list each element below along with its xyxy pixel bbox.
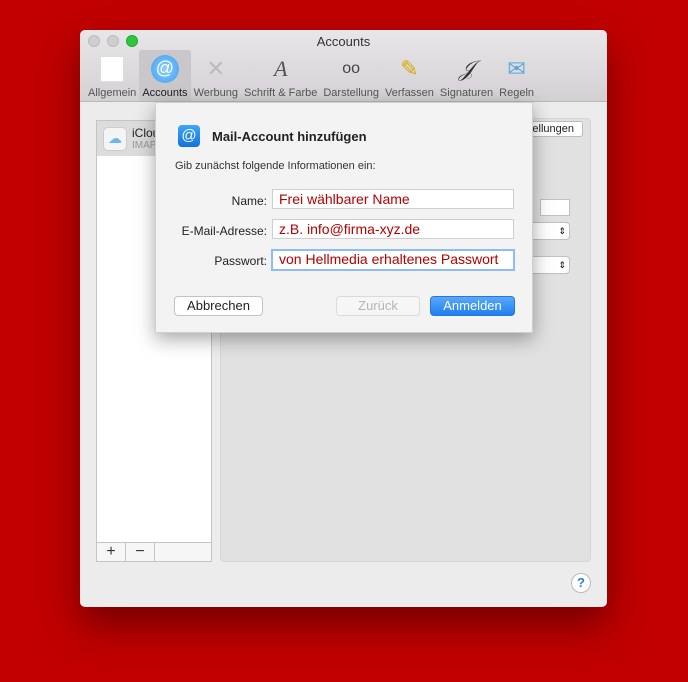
tab-regeln[interactable]: ✉ Regeln xyxy=(496,50,537,101)
name-label: Name: xyxy=(231,194,267,208)
rules-icon: ✉ xyxy=(507,56,526,81)
tab-label: Schrift & Farbe xyxy=(244,87,318,99)
dialog-subtitle: Gib zunächst folgende Informationen ein: xyxy=(175,160,376,172)
email-label: E-Mail-Adresse: xyxy=(181,224,267,238)
tab-label: Verfassen xyxy=(385,87,434,99)
title-bar: Accounts Allgemein @ Accounts ✕ Werbung AS… xyxy=(80,30,607,102)
tab-label: Regeln xyxy=(499,87,534,99)
add-mail-account-dialog: @ Mail-Account hinzufügen Gib zunächst f… xyxy=(155,102,533,333)
detail-input[interactable] xyxy=(540,199,570,216)
pencil-icon: ✎ xyxy=(400,56,419,81)
back-button[interactable]: Zurück xyxy=(336,296,420,316)
detail-popup[interactable]: ⇕ xyxy=(530,256,570,274)
font-color-icon: A xyxy=(273,56,288,81)
switch-icon xyxy=(96,53,128,85)
tab-label: Signaturen xyxy=(439,87,494,99)
detail-popup[interactable]: ⇕ xyxy=(530,222,570,240)
tab-accounts[interactable]: @ Accounts xyxy=(139,50,191,101)
email-field[interactable]: z.B. info@firma-xyz.de xyxy=(272,219,514,239)
glasses-icon: oo xyxy=(342,60,361,77)
toolbar: Allgemein @ Accounts ✕ Werbung A Schrift & … xyxy=(85,50,537,101)
dialog-title: Mail-Account hinzufügen xyxy=(212,129,367,144)
tab-signaturen[interactable]: 𝒥 Signaturen xyxy=(437,50,496,101)
add-account-button[interactable]: + xyxy=(97,543,126,561)
tab-allgemein[interactable]: Allgemein xyxy=(85,50,139,101)
tab-werbung[interactable]: ✕ Werbung xyxy=(191,50,241,101)
tab-label: Darstellung xyxy=(323,87,379,99)
signature-icon: 𝒥 xyxy=(458,56,475,82)
password-field[interactable]: von Hellmedia erhaltenes Passwort xyxy=(271,249,515,271)
cloud-icon: ☁ xyxy=(103,126,127,151)
sign-in-button[interactable]: Anmelden xyxy=(430,296,515,316)
tab-label: Werbung xyxy=(193,87,238,99)
window-title: Accounts xyxy=(316,34,371,49)
password-label: Passwort: xyxy=(214,254,267,268)
tab-label: Allgemein xyxy=(88,87,137,99)
tab-label: Accounts xyxy=(142,87,188,99)
at-icon: @ xyxy=(178,125,200,147)
tab-schrift-farbe[interactable]: A Schrift & Farbe xyxy=(241,50,320,101)
cancel-button[interactable]: Abbrechen xyxy=(174,296,263,316)
account-list-controls: + − xyxy=(96,542,212,562)
junk-bin-icon: ✕ xyxy=(206,56,225,81)
help-button[interactable]: ? xyxy=(571,573,591,593)
tab-darstellung[interactable]: oo Darstellung xyxy=(320,50,382,101)
name-field[interactable]: Frei wählbarer Name xyxy=(272,189,514,209)
tab-verfassen[interactable]: ✎ Verfassen xyxy=(382,50,437,101)
at-icon: @ xyxy=(149,53,181,85)
remove-account-button[interactable]: − xyxy=(126,543,155,561)
